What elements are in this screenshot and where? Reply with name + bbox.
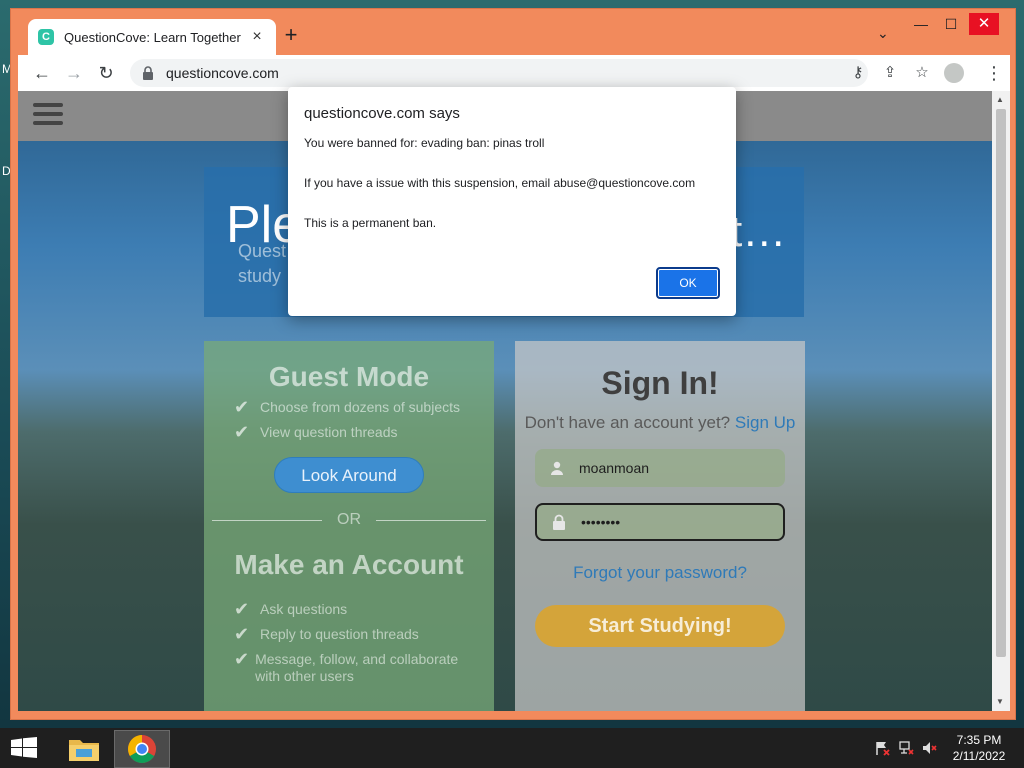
network-icon[interactable] <box>898 740 914 756</box>
page-scrollbar[interactable]: ▲ ▼ <box>992 91 1010 711</box>
account-feature-list: ✔ Ask questions ✔ Reply to question thread… <box>234 599 484 693</box>
checkmark-icon: ✔ <box>234 422 250 442</box>
sign-in-heading: Sign In! <box>601 365 719 401</box>
url-text[interactable]: questioncove.com <box>166 65 279 81</box>
password-value[interactable]: •••••••• <box>581 514 620 530</box>
look-around-button[interactable]: Look Around <box>274 457 424 493</box>
chrome-taskbar-button[interactable] <box>114 730 170 768</box>
checkmark-icon: ✔ <box>234 599 250 619</box>
list-item-label: Reply to question threads <box>260 626 419 642</box>
checkmark-icon: ✔ <box>234 649 250 669</box>
maximize-button[interactable]: ☐ <box>936 13 966 35</box>
taskbar: 7:35 PM 2/11/2022 <box>0 728 1024 768</box>
list-item-label: Message, follow, and collaborate with ot… <box>255 651 459 684</box>
hero-title-end: t… <box>730 207 787 256</box>
new-tab-button[interactable]: + <box>279 23 303 47</box>
hero-subtitle-line: Quest <box>238 241 287 261</box>
make-account-heading: Make an Account <box>234 549 464 580</box>
or-text: OR <box>337 511 361 528</box>
guest-mode-heading: Guest Mode <box>268 361 430 392</box>
title-bar: C QuestionCove: Learn Together × + ⌄ — ☐… <box>11 9 1015 55</box>
lock-icon[interactable] <box>142 66 154 80</box>
hero-subtitle-line: study <box>238 266 282 286</box>
volume-muted-icon[interactable] <box>922 740 938 756</box>
profile-avatar-icon[interactable] <box>944 63 964 83</box>
tab-search-icon[interactable]: ⌄ <box>877 25 889 42</box>
tab-close-icon[interactable]: × <box>248 28 266 46</box>
chrome-icon <box>128 735 156 763</box>
close-window-button[interactable]: ✕ <box>969 13 999 35</box>
padlock-icon <box>551 514 567 530</box>
user-icon <box>549 460 565 476</box>
username-field[interactable]: moanmoan <box>535 449 785 487</box>
password-field[interactable]: •••••••• <box>535 503 785 541</box>
dialog-title: questioncove.com says <box>304 105 460 122</box>
sign-up-prompt: Don't have an account yet? Sign Up <box>515 413 805 433</box>
list-item-label: View question threads <box>260 424 398 440</box>
browser-tab[interactable]: C QuestionCove: Learn Together × <box>28 19 276 55</box>
guest-mode-panel: Guest Mode ✔ Choose from dozens of subjec… <box>204 341 494 711</box>
list-item-label: Ask questions <box>260 601 348 617</box>
forward-button[interactable]: → <box>62 61 86 85</box>
scrollbar-thumb[interactable] <box>996 109 1006 657</box>
username-value[interactable]: moanmoan <box>579 460 649 476</box>
dialog-message: If you have a issue with this suspension… <box>304 176 696 190</box>
divider-line <box>376 520 486 521</box>
alert-dialog: questioncove.com says You were banned fo… <box>288 87 736 316</box>
folder-icon <box>69 740 99 761</box>
dialog-message: You were banned for: evading ban: pinas … <box>304 136 545 150</box>
list-item: ✔ View question threads <box>234 422 460 442</box>
clock-time: 7:35 PM <box>956 733 1002 747</box>
reload-button[interactable]: ↻ <box>94 61 118 85</box>
action-center-flag-icon[interactable] <box>874 740 890 756</box>
address-bar[interactable]: questioncove.com <box>130 59 868 87</box>
ok-button[interactable]: OK <box>656 267 720 299</box>
questioncove-favicon-icon: C <box>38 29 54 45</box>
list-item: ✔ Choose from dozens of subjects <box>234 397 460 417</box>
start-studying-button[interactable]: Start Studying! <box>535 605 785 647</box>
clock-date: 2/11/2022 <box>952 749 1006 763</box>
hamburger-menu-icon[interactable] <box>33 103 63 127</box>
file-explorer-button[interactable] <box>56 730 112 768</box>
scroll-down-icon[interactable]: ▼ <box>996 697 1004 706</box>
checkmark-icon: ✔ <box>234 397 250 417</box>
browser-menu-icon[interactable]: ⋮ <box>984 61 1004 85</box>
checkmark-icon: ✔ <box>234 624 250 644</box>
hero-subtitle: Quest study <box>238 239 286 289</box>
forgot-password-link[interactable]: Forgot your password? <box>515 563 805 583</box>
or-divider: OR <box>212 511 486 529</box>
minimize-button[interactable]: — <box>906 13 936 35</box>
sign-up-prompt-text: Don't have an account yet? <box>524 413 731 432</box>
divider-line <box>212 520 322 521</box>
bookmark-star-icon[interactable]: ☆ <box>910 61 934 85</box>
list-item: ✔ Ask questions <box>234 599 484 619</box>
browser-toolbar: ← → ↻ questioncove.com ⚷ ⇪ ☆ ⋮ <box>18 55 1010 91</box>
share-icon[interactable]: ⇪ <box>878 61 902 85</box>
sign-up-link[interactable]: Sign Up <box>735 413 795 432</box>
sign-in-panel: Sign In! Don't have an account yet? Sign… <box>515 341 805 711</box>
list-item: ✔ Message, follow, and collaborate with o… <box>234 649 484 685</box>
list-item-label: Choose from dozens of subjects <box>260 399 460 415</box>
password-key-icon[interactable]: ⚷ <box>846 61 870 85</box>
system-clock[interactable]: 7:35 PM 2/11/2022 <box>944 732 1014 764</box>
list-item: ✔ Reply to question threads <box>234 624 484 644</box>
tab-title: QuestionCove: Learn Together <box>64 29 241 45</box>
windows-start-icon[interactable] <box>10 737 38 759</box>
scroll-up-icon[interactable]: ▲ <box>996 95 1004 104</box>
guest-feature-list: ✔ Choose from dozens of subjects ✔ View qu… <box>234 397 460 449</box>
back-button[interactable]: ← <box>30 61 54 85</box>
dialog-message: This is a permanent ban. <box>304 216 437 230</box>
